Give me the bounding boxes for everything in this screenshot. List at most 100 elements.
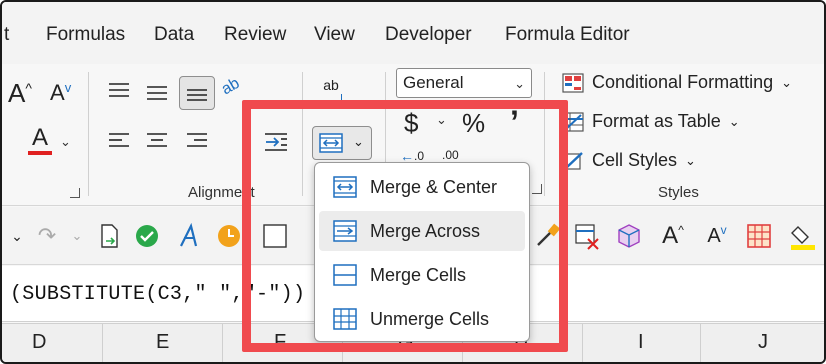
align-right-icon[interactable] — [186, 132, 208, 150]
merge-cells-icon — [333, 264, 357, 286]
3d-cube-icon[interactable] — [614, 221, 644, 251]
currency-icon: $ — [404, 108, 419, 138]
percent-button[interactable]: % — [462, 108, 485, 139]
column-header[interactable]: E — [156, 331, 169, 354]
tab-data[interactable]: Data — [154, 24, 194, 46]
cell-styles-button[interactable]: Cell Styles ⌄ — [562, 150, 696, 171]
orientation-button[interactable]: ab — [219, 75, 243, 99]
tab-formula-editor[interactable]: Formula Editor — [505, 24, 630, 46]
divider — [302, 72, 303, 196]
currency-chevron-icon[interactable]: ⌄ — [436, 112, 447, 128]
alignment-group-label: Alignment — [188, 184, 255, 201]
chevron-down-icon: ⌄ — [353, 134, 364, 149]
delete-cells-icon[interactable] — [572, 221, 602, 251]
decrease-font-size-button[interactable]: Av — [702, 221, 732, 251]
merge-across-icon — [333, 220, 357, 242]
chevron-down-icon: ⌄ — [781, 74, 792, 90]
merge-center-icon — [319, 133, 343, 153]
column-divider — [700, 324, 701, 362]
column-header[interactable]: J — [758, 331, 768, 354]
increase-decimal-icon: .0 — [414, 149, 425, 163]
menu-item-unmerge-cells[interactable]: Unmerge Cells — [319, 299, 525, 339]
conditional-formatting-button[interactable]: Conditional Formatting ⌄ — [562, 72, 792, 93]
increase-font-size-button[interactable]: A ^ — [8, 78, 32, 109]
column-divider — [582, 324, 583, 362]
caret-up-icon: ^ — [25, 79, 32, 96]
caret-down-icon: v — [64, 79, 72, 95]
orientation-icon: ab — [218, 74, 243, 99]
menu-item-label: Unmerge Cells — [370, 309, 490, 329]
clock-icon[interactable] — [214, 221, 244, 251]
comma-style-button[interactable]: ’ — [510, 104, 519, 141]
menu-item-label: Merge Cells — [370, 265, 467, 285]
new-document-icon[interactable] — [94, 221, 124, 251]
column-divider — [102, 324, 103, 362]
tab-developer[interactable]: Developer — [385, 24, 472, 46]
column-header[interactable]: F — [274, 331, 286, 354]
decrease-decimal-icon: .00 — [442, 148, 459, 162]
cell-styles-label: Cell Styles — [592, 150, 678, 170]
top-align-icon[interactable] — [108, 82, 130, 100]
menu-item-merge-cells[interactable]: Merge Cells — [319, 255, 525, 295]
format-as-table-label: Format as Table — [592, 111, 721, 131]
menu-item-label: Merge Across — [370, 221, 481, 241]
align-center-icon[interactable] — [146, 132, 168, 150]
number-format-select[interactable]: General ⌄ — [396, 68, 532, 98]
format-painter-icon[interactable] — [532, 221, 562, 251]
number-format-value: General — [403, 73, 464, 92]
column-header[interactable]: D — [32, 331, 46, 354]
column-header[interactable]: I — [638, 331, 644, 354]
tab-partial[interactable]: t — [4, 24, 9, 46]
ribbon-tabs: t Formulas Data Review View Developer Fo… — [2, 2, 824, 64]
font-dialog-launcher-icon[interactable] — [70, 188, 80, 198]
menu-item-label: Merge & Center — [370, 177, 498, 197]
decrease-font-size-button[interactable]: Av — [50, 80, 71, 106]
wrap-text-button[interactable]: ab — [320, 78, 342, 102]
format-as-table-icon — [562, 111, 584, 132]
bottom-align-icon — [187, 89, 207, 101]
unmerge-cells-icon — [333, 308, 357, 330]
cell-styles-icon — [562, 151, 583, 170]
font-color-button[interactable]: A — [28, 126, 52, 155]
chevron-down-icon[interactable]: ⌄ — [2, 221, 32, 251]
menu-item-merge-center[interactable]: Merge & Center — [319, 167, 525, 207]
merge-center-dropdown-button[interactable]: ⌄ — [312, 126, 372, 160]
divider — [544, 72, 545, 196]
currency-button[interactable]: $ — [404, 108, 418, 139]
tab-formulas[interactable]: Formulas — [46, 24, 125, 46]
decrease-decimal-button[interactable]: .00 — [442, 148, 459, 162]
check-circle-icon[interactable] — [132, 221, 162, 251]
column-divider — [222, 324, 223, 362]
table-grid-icon[interactable] — [744, 221, 774, 251]
format-as-table-button[interactable]: Format as Table ⌄ — [562, 111, 740, 132]
font-color-chevron-icon[interactable]: ⌄ — [60, 134, 71, 150]
caret-up-icon: ^ — [678, 223, 684, 237]
tab-review[interactable]: Review — [224, 24, 286, 46]
chevron-down-icon: ⌄ — [685, 152, 696, 168]
menu-item-merge-across[interactable]: Merge Across — [319, 211, 525, 251]
text-direction-icon[interactable] — [174, 221, 204, 251]
increase-font-icon: A — [8, 78, 26, 108]
wrap-text-icon: ab — [323, 77, 339, 93]
caret-down-icon: v — [720, 223, 727, 237]
increase-font-size-button[interactable]: A ^ — [658, 221, 688, 251]
align-left-icon[interactable] — [108, 132, 130, 150]
number-dialog-launcher-icon[interactable] — [532, 184, 542, 194]
font-color-bar — [28, 151, 52, 155]
fill-color-icon[interactable] — [788, 221, 818, 251]
redo-icon[interactable]: ↷ — [32, 221, 62, 251]
percent-icon: % — [462, 108, 486, 138]
increase-indent-icon[interactable] — [264, 132, 288, 152]
border-icon[interactable] — [260, 221, 290, 251]
styles-group-label: Styles — [658, 184, 699, 201]
chevron-down-icon[interactable]: ⌄ — [62, 221, 92, 251]
font-color-icon: A — [31, 124, 48, 151]
comma-icon: ’ — [510, 104, 519, 140]
formula-text: (SUBSTITUTE(C3," ","-")) — [10, 283, 306, 306]
chevron-down-icon: ⌄ — [514, 76, 525, 91]
tab-view[interactable]: View — [314, 24, 355, 46]
middle-align-icon[interactable] — [146, 84, 168, 102]
conditional-formatting-icon — [562, 72, 584, 93]
bottom-align-button[interactable] — [179, 76, 215, 110]
app-window: t Formulas Data Review View Developer Fo… — [0, 0, 826, 364]
